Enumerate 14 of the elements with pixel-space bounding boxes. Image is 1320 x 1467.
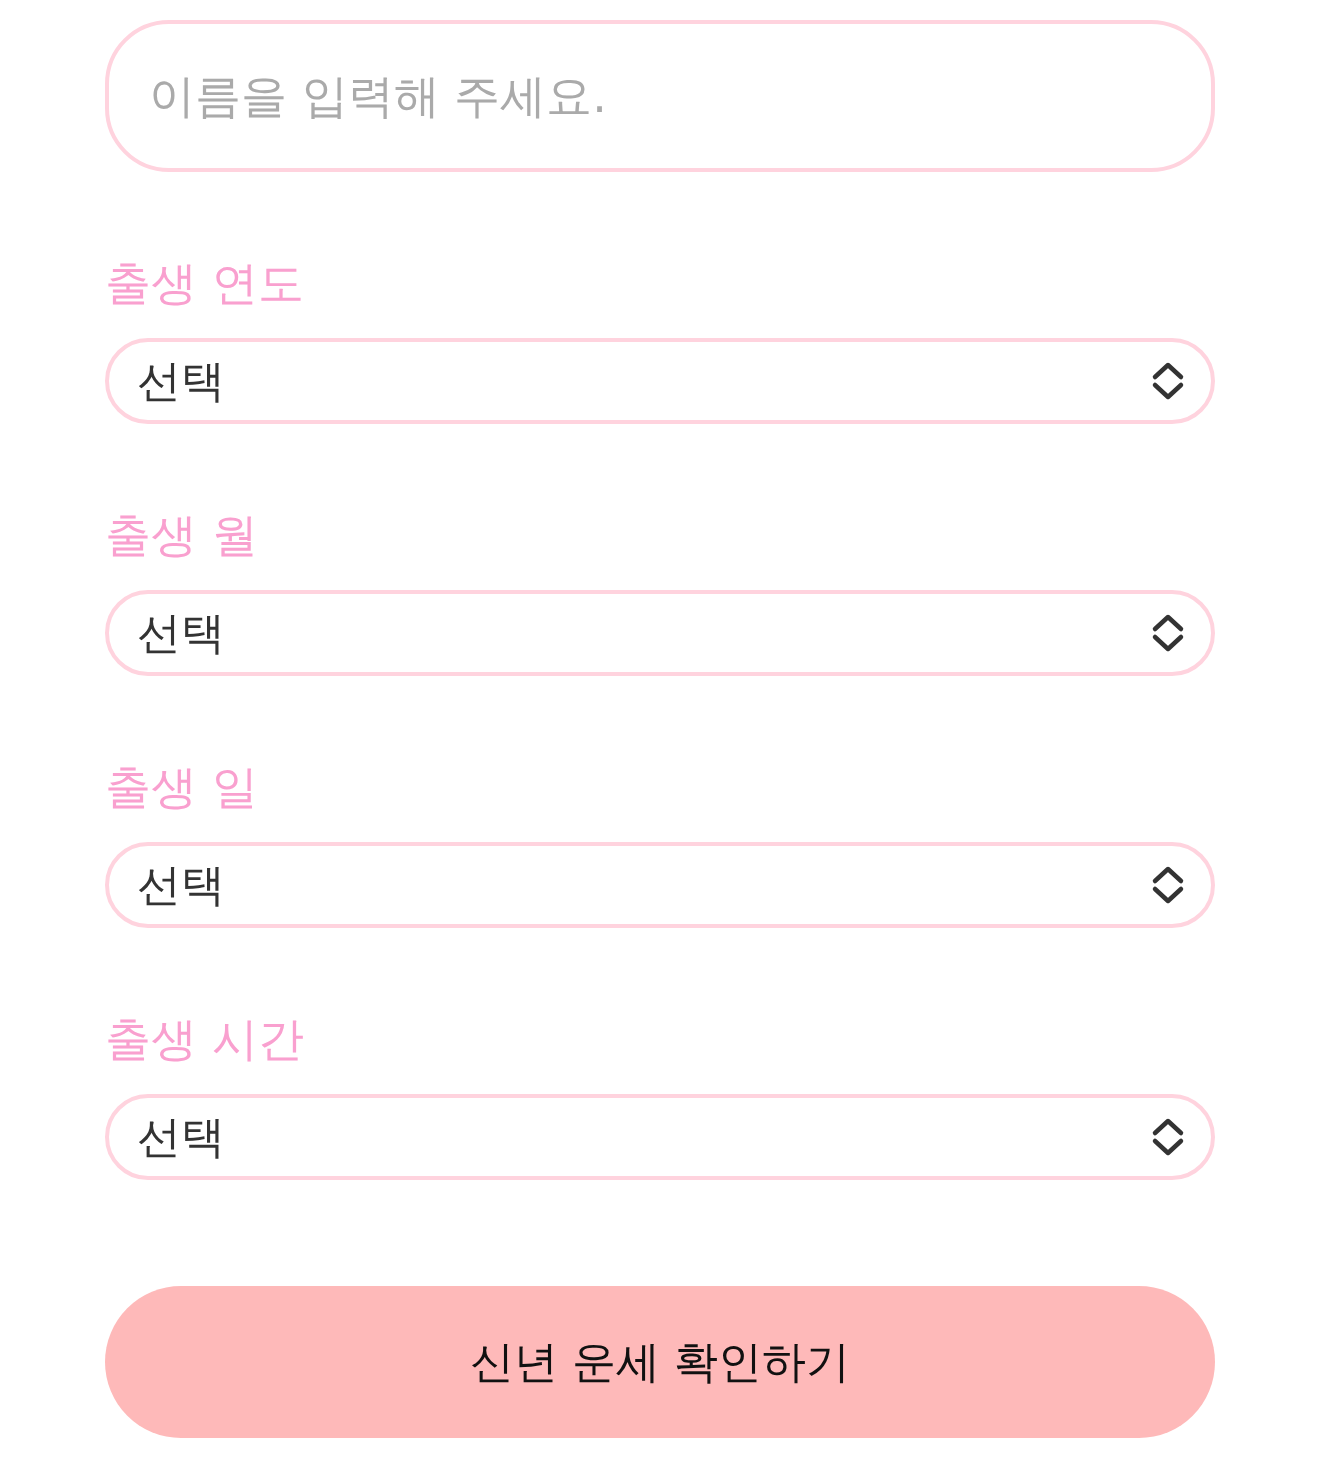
chevron-up-down-icon [1151, 361, 1185, 401]
select-dropdown[interactable]: 선택 [105, 842, 1215, 928]
field-label: 출생 시간 [105, 1011, 304, 1067]
select-dropdown[interactable]: 선택 [105, 1094, 1215, 1180]
select-dropdown[interactable]: 선택 [105, 338, 1215, 424]
submit-button[interactable]: 신년 운세 확인하기 [105, 1286, 1215, 1438]
name-input-field[interactable]: 이름을 입력해 주세요. [105, 20, 1215, 172]
select-dropdown[interactable]: 선택 [105, 590, 1215, 676]
field-label: 출생 월 [105, 507, 258, 563]
chevron-up-down-icon [1151, 613, 1185, 653]
field-label: 출생 일 [105, 759, 258, 815]
chevron-up-down-icon [1151, 1117, 1185, 1157]
field-label: 출생 연도 [105, 255, 304, 311]
chevron-up-down-icon [1151, 865, 1185, 905]
